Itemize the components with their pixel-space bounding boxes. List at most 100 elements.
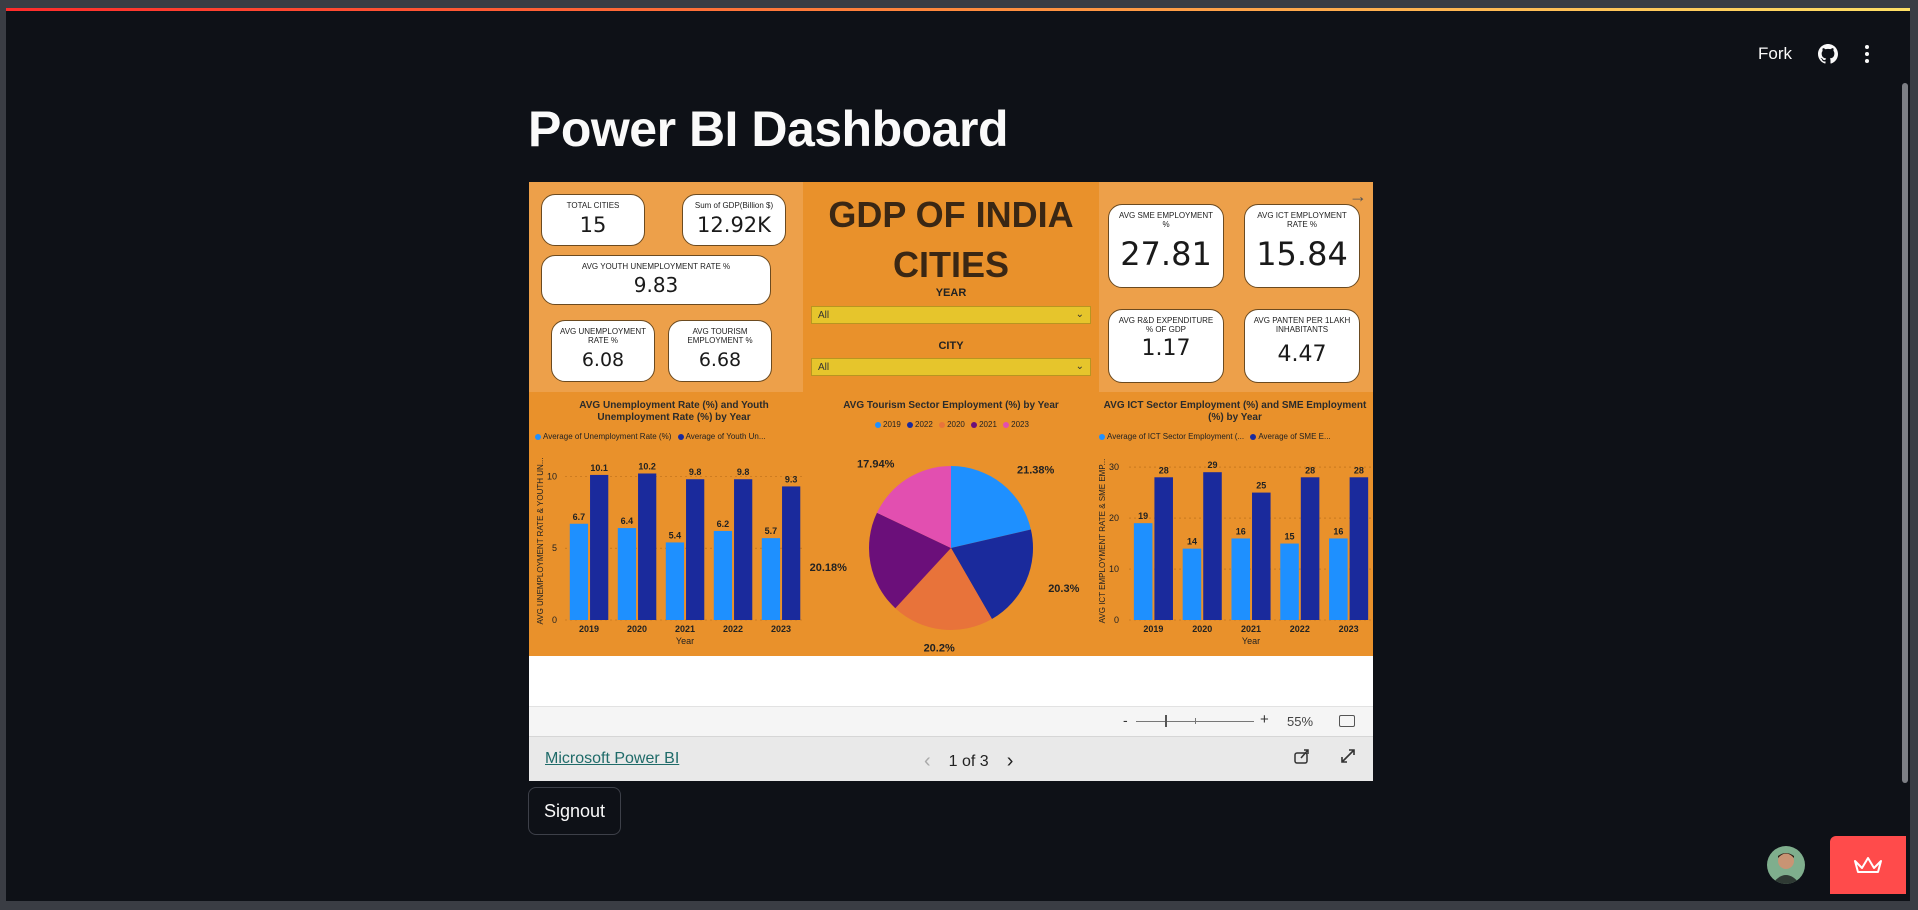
x-axis-title: Year [1242, 636, 1260, 646]
fit-to-page-icon[interactable] [1339, 715, 1355, 727]
year-slicer[interactable]: All ⌄ [811, 306, 1091, 324]
chevron-down-icon: ⌄ [1075, 309, 1084, 320]
kpi-value: 6.68 [698, 349, 742, 371]
slicer-label-year: YEAR [935, 287, 967, 299]
y-tick-label: 30 [1109, 462, 1119, 472]
legend-label: Average of SME E... [1258, 432, 1331, 441]
data-label: 16 [1236, 526, 1246, 536]
powerbi-embed[interactable]: → TOTAL CITIES 15 Sum of GDP(Billion $) … [529, 182, 1373, 781]
chart2-pie-chart[interactable]: 21.38% 20.3% 20.2% 20.18% 17.94% [803, 432, 1099, 656]
microsoft-power-bi-link[interactable]: Microsoft Power BI [545, 750, 679, 768]
kpi-value: 6.08 [581, 349, 625, 371]
y-axis-title: AVG ICT EMPLOYMENT RATE & SME EMP... [1098, 459, 1107, 624]
kpi-rnd-expenditure: AVG R&D EXPENDITURE % OF GDP 1.17 [1108, 309, 1224, 383]
zoom-slider[interactable] [1136, 715, 1254, 727]
city-slicer-value: All [818, 362, 830, 373]
signout-button[interactable]: Signout [528, 787, 621, 835]
x-tick-label: 2019 [1143, 624, 1163, 634]
zoom-out-button[interactable]: - [1123, 712, 1128, 728]
kpi-value: 12.92K [697, 213, 771, 237]
kpi-label: AVG TOURISM EMPLOYMENT % [687, 327, 753, 345]
data-label: 9.8 [689, 467, 702, 477]
data-label: 9.3 [785, 474, 798, 484]
kpi-tourism: AVG TOURISM EMPLOYMENT % 6.68 [668, 320, 772, 382]
legend-dot [677, 433, 684, 440]
legend-dot [535, 433, 541, 440]
chart2-legend: 2019 2022 2020 2021 2023 [871, 420, 1029, 429]
prev-page-button[interactable]: ‹ [924, 750, 931, 773]
github-icon[interactable] [1818, 44, 1838, 64]
page-indicator: 1 of 3 [948, 752, 989, 770]
bar [734, 479, 753, 620]
legend-label: 2021 [979, 420, 997, 429]
data-label: 25 [1256, 481, 1266, 491]
data-label: 28 [1159, 465, 1169, 475]
slice-label: 20.18% [810, 562, 848, 574]
y-tick-label: 5 [552, 543, 557, 553]
streamlit-badge[interactable] [1830, 836, 1906, 894]
kpi-gdp-sum: Sum of GDP(Billion $) 12.92K [682, 194, 786, 246]
share-icon[interactable] [1293, 747, 1311, 770]
y-tick-label: 10 [1109, 564, 1119, 574]
slice-label: 20.3% [1048, 583, 1079, 595]
arrow-right-icon[interactable]: → [1349, 186, 1367, 207]
x-tick-label: 2021 [1241, 624, 1261, 634]
kpi-value: 4.47 [1277, 342, 1327, 367]
x-tick-label: 2023 [1339, 624, 1359, 634]
bar [638, 473, 657, 620]
fullscreen-icon[interactable] [1339, 747, 1357, 770]
zoom-level: 55% [1287, 714, 1314, 729]
avatar[interactable] [1767, 846, 1805, 884]
slice-label: 20.2% [924, 642, 955, 654]
zoom-slider-thumb[interactable] [1165, 715, 1167, 727]
kebab-menu-icon[interactable] [1864, 45, 1870, 63]
chart2-title: AVG Tourism Sector Employment (%) by Yea… [843, 400, 1059, 411]
scrollbar[interactable] [1902, 83, 1908, 783]
chart3-title: AVG ICT Sector Employment (%) and SME Em… [1103, 400, 1367, 423]
zoom-in-button[interactable]: + [1260, 711, 1269, 728]
data-label: 5.4 [669, 530, 682, 540]
kpi-youth-unemployment: AVG YOUTH UNEMPLOYMENT RATE % 9.83 [541, 255, 771, 305]
city-slicer[interactable]: All ⌄ [811, 358, 1091, 376]
bar [761, 538, 781, 620]
kpi-value: 27.81 [1120, 235, 1212, 273]
bar [1280, 543, 1299, 620]
bar [1252, 492, 1271, 620]
slice-label: 17.94% [857, 458, 895, 470]
data-label: 16 [1333, 526, 1343, 536]
kpi-label: AVG ICT EMPLOYMENT RATE % [1257, 211, 1347, 229]
x-tick-label: 2021 [675, 624, 695, 634]
fork-button[interactable]: Fork [1758, 44, 1792, 64]
chart3-legend: Average of ICT Sector Employment (... Av… [1095, 432, 1331, 441]
legend-label: 2020 [947, 420, 965, 429]
header-toolbar: Fork [1758, 44, 1870, 64]
bar [1349, 477, 1369, 620]
data-label: 10.2 [638, 461, 656, 471]
data-label: 6.4 [621, 516, 634, 526]
legend-label: 2022 [915, 420, 933, 429]
x-axis-title: Year [676, 636, 694, 646]
y-tick-label: 10 [547, 471, 557, 481]
crown-icon [1854, 857, 1882, 873]
chart3-bar-chart[interactable]: AVG ICT EMPLOYMENT RATE & SME EMP... 0 10 2… [1095, 444, 1373, 656]
report-canvas[interactable]: → TOTAL CITIES 15 Sum of GDP(Billion $) … [529, 182, 1373, 656]
x-tick-label: 2019 [579, 624, 599, 634]
data-label: 15 [1285, 532, 1295, 542]
report-title: GDP OF INDIA CITIES [828, 194, 1074, 285]
data-label: 9.8 [737, 467, 750, 477]
kpi-patents: AVG PANTEN PER 1LAKH INHABITANTS 4.47 [1244, 309, 1360, 383]
kpi-ict-employment: AVG ICT EMPLOYMENT RATE % 15.84 [1244, 204, 1360, 288]
chart1-bar-chart[interactable]: AVG UNEMPLOYMENT RATE & YOUTH UN... 0 5 10 6… [529, 444, 803, 656]
zoom-slider-tick [1195, 718, 1196, 724]
x-tick-label: 2020 [1192, 624, 1212, 634]
status-decoration-bar [6, 8, 1910, 11]
slice-label: 21.38% [1017, 465, 1055, 477]
next-page-button[interactable]: › [1007, 750, 1014, 773]
kpi-label: AVG PANTEN PER 1LAKH INHABITANTS [1253, 316, 1351, 334]
legend-label: Average of ICT Sector Employment (... [1107, 432, 1245, 441]
data-label: 10.1 [590, 463, 608, 473]
kpi-value: 1.17 [1141, 336, 1191, 361]
data-label: 28 [1354, 465, 1364, 475]
kpi-label: AVG YOUTH UNEMPLOYMENT RATE % [581, 262, 731, 271]
report-footer: Microsoft Power BI ‹ 1 of 3 › [529, 736, 1373, 781]
